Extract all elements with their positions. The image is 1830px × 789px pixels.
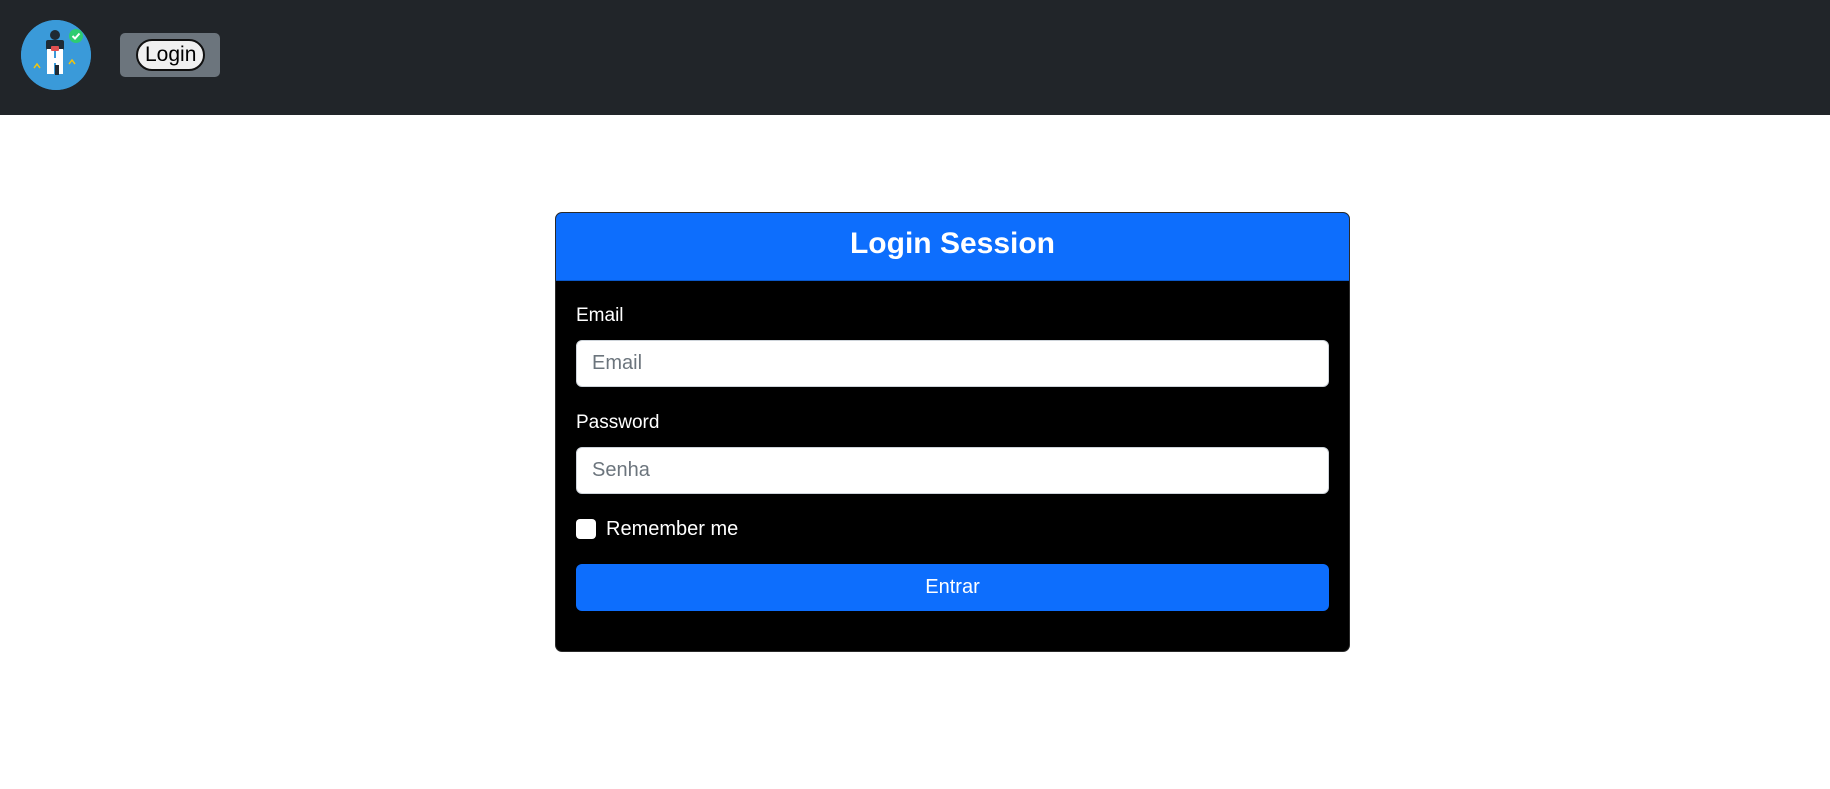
remember-me-label[interactable]: Remember me xyxy=(606,518,738,541)
top-navbar: Login xyxy=(0,0,1830,115)
password-input[interactable] xyxy=(576,447,1329,494)
nav-login-group: Login xyxy=(120,33,220,77)
login-submit-button[interactable]: Entrar xyxy=(576,564,1329,611)
email-input[interactable] xyxy=(576,340,1329,387)
email-label: Email xyxy=(576,305,624,326)
remember-me-checkbox[interactable] xyxy=(576,519,596,539)
security-guard-logo-icon[interactable] xyxy=(21,20,91,90)
nav-login-button[interactable]: Login xyxy=(136,39,206,71)
password-label: Password xyxy=(576,412,660,433)
card-title: Login Session xyxy=(556,213,1349,281)
login-card: Login Session Email Password Remember me… xyxy=(555,212,1350,652)
